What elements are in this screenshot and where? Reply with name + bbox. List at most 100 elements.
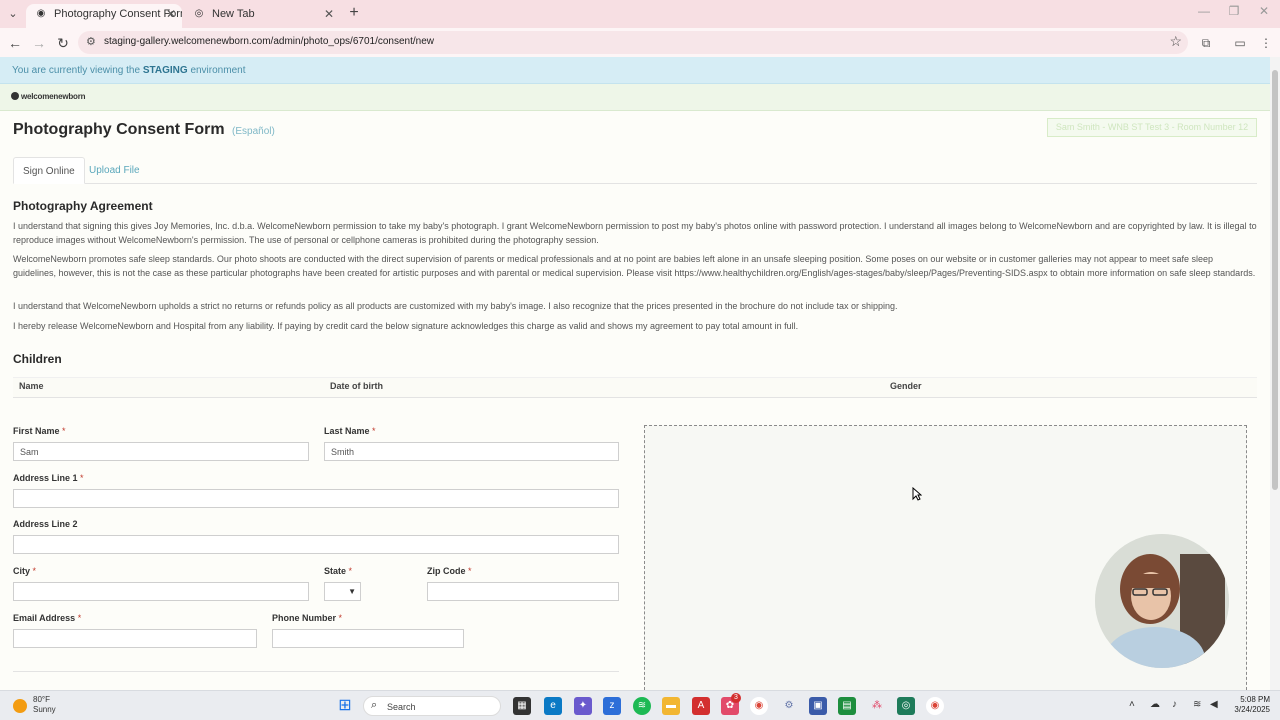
zip-code-label: Zip Code * — [427, 566, 472, 576]
city-field[interactable] — [13, 582, 309, 601]
address-line-1-label: Address Line 1 * — [13, 473, 84, 483]
settings-gear-icon[interactable]: ⚙ — [780, 697, 798, 715]
weather-temperature[interactable]: 80°F — [33, 695, 50, 704]
notification-badge: 3 — [731, 693, 741, 703]
state-label: State * — [324, 566, 353, 576]
acrobat-icon[interactable]: A — [692, 697, 710, 715]
state-select[interactable]: ▼ — [324, 582, 361, 601]
column-header-dob: Date of birth — [330, 381, 383, 391]
tab-upload-file[interactable]: Upload File — [80, 157, 149, 184]
tab-search-chevron-icon[interactable]: ⌄ — [5, 6, 21, 22]
weather-sun-icon[interactable] — [13, 699, 27, 713]
phone-label: Phone Number * — [272, 613, 343, 623]
volume-icon[interactable]: ◀ — [1210, 699, 1218, 710]
taskbar-search-label: Search — [387, 702, 416, 712]
more-menu-icon[interactable]: ⋮ — [1256, 33, 1276, 53]
asana-icon[interactable]: ⁂ — [868, 697, 886, 715]
tab-title: Photography Consent Form | W — [54, 8, 182, 20]
column-header-gender: Gender — [890, 381, 922, 391]
staging-banner: You are currently viewing the STAGING en… — [0, 57, 1270, 84]
copilot-icon[interactable]: ✦ — [574, 697, 592, 715]
header-bar: welcomenewborn — [0, 84, 1270, 111]
profile-icon[interactable]: ▭ — [1230, 33, 1250, 53]
webcam-overlay — [1095, 534, 1229, 668]
form-tabs: Sign Online Upload File — [13, 157, 1257, 184]
zoom-icon[interactable]: z — [603, 697, 621, 715]
minimize-icon[interactable]: — — [1194, 4, 1214, 18]
browser-tab-strip: ⌄ ◉ Photography Consent Form | W ✕ ◎ New… — [0, 0, 1280, 28]
city-label: City * — [13, 566, 37, 576]
chrome-icon: ◎ — [194, 8, 204, 19]
children-table-header: Name Date of birth Gender — [13, 377, 1257, 398]
first-name-label: First Name * — [13, 426, 66, 436]
logo-text: welcomenewborn — [21, 92, 86, 101]
email-field[interactable] — [13, 629, 257, 648]
back-arrow-icon[interactable]: ← — [5, 33, 25, 53]
site-info-icon[interactable]: ⚙ — [86, 35, 96, 48]
windows-start-icon[interactable]: ⊞ — [336, 697, 354, 715]
tab-sign-online[interactable]: Sign Online — [13, 157, 85, 184]
windows-taskbar: 80°F Sunny ⊞ ⌕ Search ▦ e ✦ z ≋ ▬ A ✿ 3 … — [0, 690, 1280, 720]
mouse-cursor-icon — [912, 486, 923, 504]
browser-tab-consent[interactable]: ◉ Photography Consent Form | W ✕ — [26, 4, 182, 28]
weather-description[interactable]: Sunny — [33, 705, 56, 714]
clock-time[interactable]: 5:08 PM — [1226, 695, 1270, 704]
agreement-paragraph: WelcomeNewborn promotes safe sleep stand… — [13, 254, 1256, 278]
clock-date[interactable]: 3/24/2025 — [1226, 705, 1270, 714]
agreement-paragraph: I understand that signing this gives Joy… — [13, 221, 1257, 245]
site-logo[interactable]: welcomenewborn — [11, 92, 86, 101]
tray-chevron-up-icon[interactable]: ˄ — [1129, 699, 1135, 710]
section-divider — [13, 671, 619, 672]
first-name-field[interactable] — [13, 442, 309, 461]
staging-suffix: environment — [190, 65, 246, 76]
window-close-icon[interactable]: ✕ — [1254, 4, 1274, 18]
address-bar[interactable]: ⚙ staging-gallery.welcomenewborn.com/adm… — [78, 31, 1188, 54]
email-label: Email Address * — [13, 613, 82, 623]
chevron-down-icon: ▼ — [348, 587, 356, 596]
chrome-alt-icon[interactable]: ◉ — [926, 697, 944, 715]
browser-tab-new[interactable]: ◎ New Tab ✕ — [184, 4, 340, 28]
zip-code-field[interactable] — [427, 582, 619, 601]
staging-env: STAGING — [142, 65, 188, 76]
close-tab-icon[interactable]: ✕ — [324, 4, 334, 24]
spotify-icon[interactable]: ≋ — [633, 697, 651, 715]
bookmark-star-icon[interactable]: ☆ — [1169, 33, 1182, 50]
url-text[interactable]: staging-gallery.welcomenewborn.com/admin… — [104, 36, 434, 47]
task-view-icon[interactable]: ▦ — [513, 697, 531, 715]
spanish-language-link[interactable]: (Español) — [232, 126, 275, 137]
address-line-1-field[interactable] — [13, 489, 619, 508]
page-title: Photography Consent Form (Español) — [13, 121, 275, 139]
phone-field[interactable] — [272, 629, 464, 648]
address-line-2-field[interactable] — [13, 535, 619, 554]
taskbar-search[interactable]: ⌕ Search — [363, 696, 501, 716]
tray-mic-icon[interactable]: ♪ — [1172, 699, 1177, 710]
column-header-name: Name — [19, 381, 44, 391]
agreement-paragraph: I hereby release WelcomeNewborn and Hosp… — [13, 321, 799, 331]
file-explorer-icon[interactable]: ▬ — [662, 697, 680, 715]
webcam-person-image — [1095, 534, 1229, 668]
search-icon: ⌕ — [371, 699, 378, 711]
forward-arrow-icon[interactable]: → — [29, 33, 49, 53]
globe-icon: ◉ — [36, 8, 46, 19]
page-title-text: Photography Consent Form — [13, 121, 225, 138]
wifi-icon[interactable]: ≋ — [1193, 699, 1201, 710]
browser-toolbar: ← → ↻ ⚙ staging-gallery.welcomenewborn.c… — [0, 28, 1280, 57]
sheets-icon[interactable]: ▤ — [838, 697, 856, 715]
new-tab-plus-icon[interactable]: + — [344, 4, 364, 24]
last-name-field[interactable] — [324, 442, 619, 461]
extensions-puzzle-icon[interactable]: ⧉ — [1196, 33, 1216, 53]
reload-icon[interactable]: ↻ — [53, 33, 73, 53]
tray-app-icon[interactable]: ☁ — [1150, 699, 1160, 710]
scrollbar-thumb[interactable] — [1272, 70, 1278, 490]
teams-icon[interactable]: ▣ — [809, 697, 827, 715]
close-tab-icon[interactable]: ✕ — [166, 4, 176, 24]
chrome-icon[interactable]: ◉ — [750, 697, 768, 715]
maximize-icon[interactable]: ❐ — [1224, 4, 1244, 18]
chrome-profile-icon[interactable]: ◎ — [897, 697, 915, 715]
address-line-2-label: Address Line 2 — [13, 519, 78, 529]
edge-icon[interactable]: e — [544, 697, 562, 715]
agreement-paragraph: I understand that WelcomeNewborn upholds… — [13, 301, 898, 311]
staging-prefix: You are currently viewing the — [12, 65, 141, 76]
agreement-heading: Photography Agreement — [13, 199, 153, 213]
tab-title: New Tab — [212, 8, 255, 20]
